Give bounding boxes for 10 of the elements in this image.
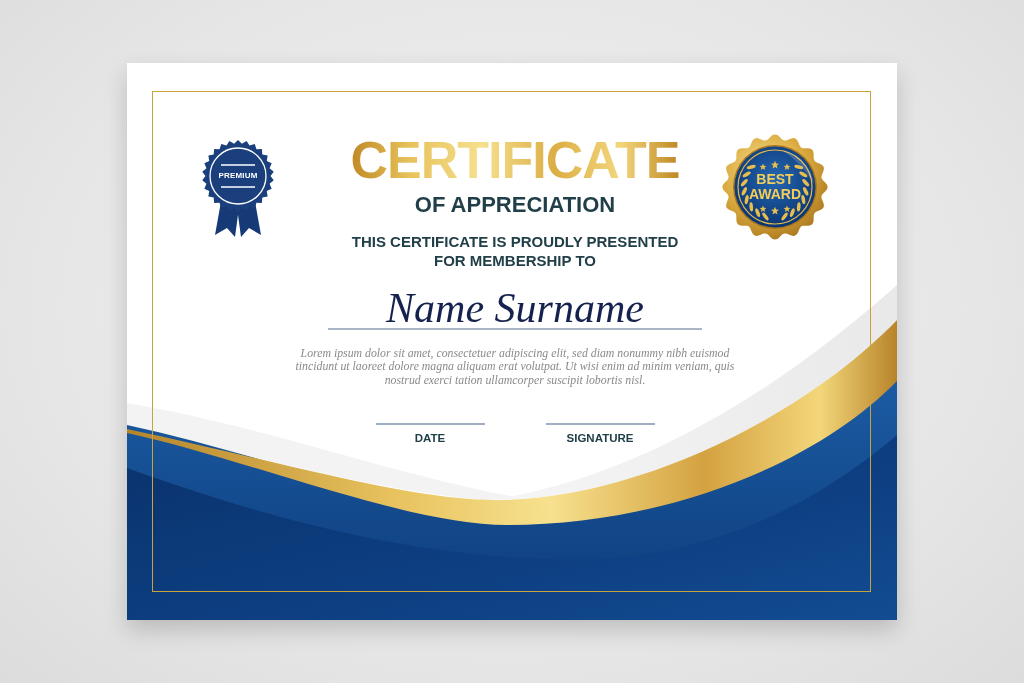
presentation-text: THIS CERTIFICATE IS PROUDLY PRESENTED FOR MEMBERSHIP TO — [350, 232, 680, 270]
recipient-name: Name Surname — [386, 288, 644, 328]
award-seal-icon — [722, 134, 828, 240]
field-label: SIGNATURE — [566, 431, 634, 445]
seal-label: PREMIUM — [217, 171, 259, 181]
certificate-subtitle: OF APPRECIATION — [414, 192, 616, 218]
body-text: Lorem ipsum dolor sit amet, consectetuer adipiscing elit, sed diam nonummy nibh euismod tincidunt ut laoreet dolore magna aliquam erat volutpat. Ut wisi enim ad minim veniam, quis nostrud exerci tation ullamcorper suscipit lobortis nisl. — [294, 346, 736, 387]
field-label: DATE — [414, 431, 446, 445]
rosette-icon — [202, 140, 274, 238]
seal-label: BEST AWARD — [748, 172, 802, 202]
